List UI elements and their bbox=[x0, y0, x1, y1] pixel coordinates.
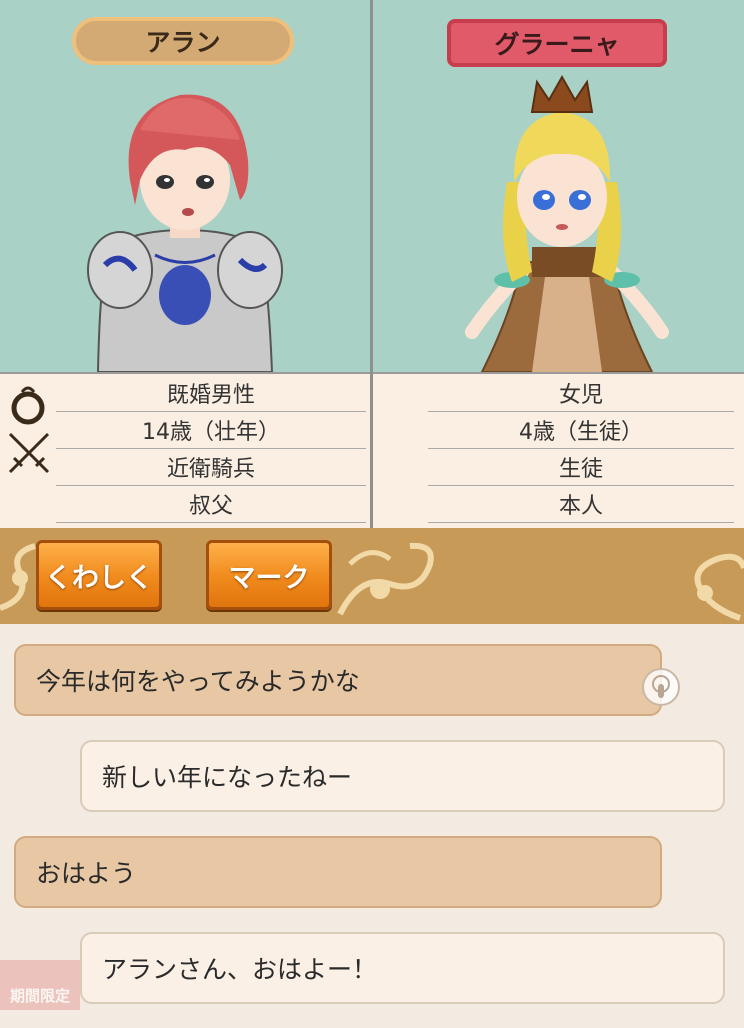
right-character-portrait[interactable] bbox=[452, 72, 672, 372]
crossed-swords-icon bbox=[8, 432, 50, 474]
chat-bubble-left: 今年は何をやってみようかな bbox=[14, 644, 662, 716]
right-age: 4歳（生徒） bbox=[428, 411, 734, 449]
right-marital-status: 女児 bbox=[428, 374, 734, 412]
left-age: 14歳（壮年） bbox=[56, 411, 366, 449]
right-character-name: グラーニャ bbox=[447, 19, 667, 67]
tap-hint-icon[interactable] bbox=[642, 668, 680, 706]
details-button[interactable]: くわしく bbox=[36, 540, 162, 610]
ornament-center-decoration bbox=[337, 542, 434, 616]
left-relation: 叔父 bbox=[56, 485, 366, 523]
chat-bubble-right: アランさん、おはよー！ bbox=[80, 932, 725, 1004]
column-divider bbox=[370, 0, 373, 528]
ornament-right-decoration bbox=[694, 553, 744, 621]
right-job: 生徒 bbox=[428, 448, 734, 486]
chat-log[interactable]: 今年は何をやってみようかな 新しい年になったねー おはよう アランさん、おはよー… bbox=[0, 624, 744, 1028]
chat-bubble-left: おはよう bbox=[14, 836, 662, 908]
action-bar: くわしく マーク bbox=[0, 528, 744, 624]
left-job: 近衛騎兵 bbox=[56, 448, 366, 486]
chat-bubble-right: 新しい年になったねー bbox=[80, 740, 725, 812]
right-relation: 本人 bbox=[428, 485, 734, 523]
ring-icon bbox=[11, 386, 45, 425]
left-character-portrait[interactable] bbox=[80, 70, 290, 372]
limited-time-badge[interactable]: 期間限定 bbox=[0, 960, 80, 1010]
left-marital-status: 既婚男性 bbox=[56, 374, 366, 412]
mark-button[interactable]: マーク bbox=[206, 540, 332, 610]
left-character-name: アラン bbox=[72, 17, 294, 65]
